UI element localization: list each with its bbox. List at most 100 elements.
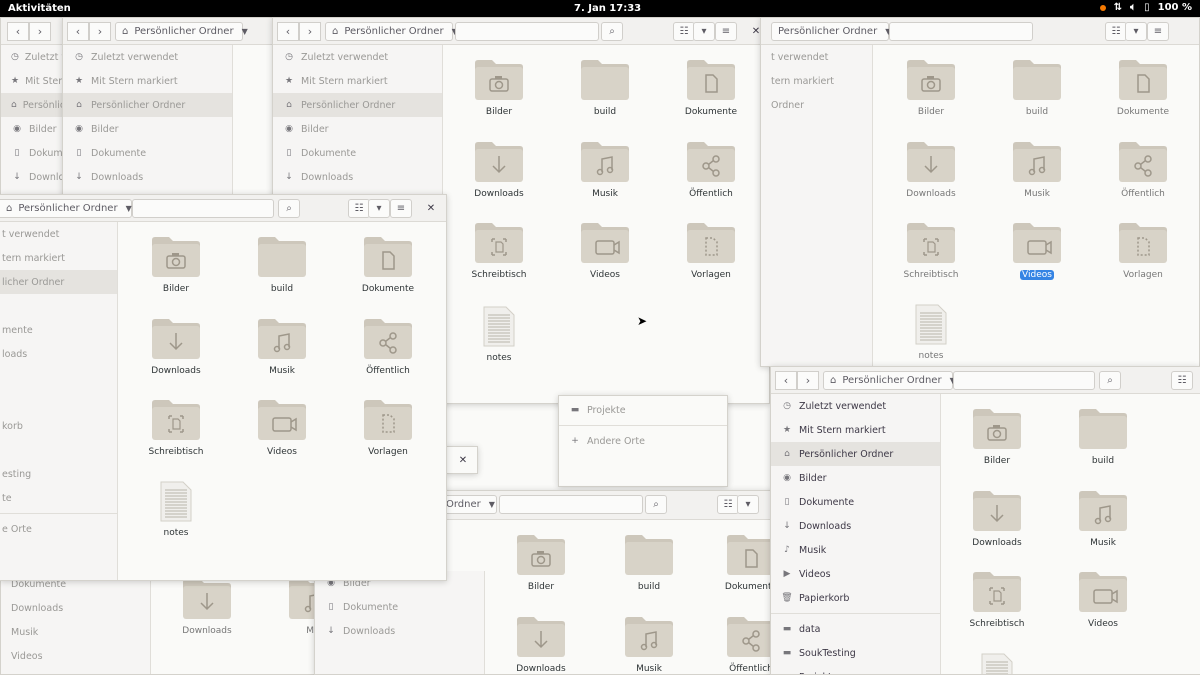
file-manager-window-middle-dialog[interactable]: ▬ Projekte + Andere Orte [558, 395, 728, 487]
file-item-build[interactable]: build [242, 236, 322, 294]
file-item-schreibtisch[interactable]: Schreibtisch [891, 222, 971, 280]
file-item-downloads[interactable]: Downloads [167, 578, 247, 636]
view-options-button[interactable]: ▾ [1125, 22, 1147, 41]
sidebar-item-pictures[interactable]: ◉ Bilder [63, 117, 232, 141]
sidebar-item-downloads[interactable]: loads [0, 342, 117, 366]
sidebar-item-starred[interactable]: ★Mit Stern markiert [273, 69, 442, 93]
file-item-schreibtisch[interactable]: Schreibtisch [957, 571, 1037, 629]
search-button[interactable]: ⌕ [278, 199, 300, 218]
file-item-notes[interactable]: notes [136, 480, 216, 538]
file-item-dokumente[interactable]: Dokumente [348, 236, 428, 294]
sidebar-item-pictures[interactable]: ◉ Bilder [273, 117, 442, 141]
location-entry[interactable] [889, 22, 1033, 41]
sidebar-item-projekte[interactable]: te [0, 486, 117, 510]
close-button[interactable]: ✕ [422, 200, 440, 217]
file-item-downloads[interactable]: Downloads [501, 616, 581, 674]
forward-button[interactable]: › [29, 22, 51, 41]
file-item-schreibtisch[interactable]: Schreibtisch [459, 222, 539, 280]
system-tray[interactable]: ⇅ 🔈︎ ▯ 100 % [1099, 2, 1192, 13]
sidebar-item-home[interactable]: ⌂Persönlicher Ordner [771, 442, 940, 466]
back-button[interactable]: ‹ [7, 22, 29, 41]
file-item-musik[interactable]: Musik [997, 141, 1077, 199]
file-manager-window-top-right[interactable]: Persönlicher Ordner▼ ☷ ▾ ≡ t verwendet t… [760, 17, 1200, 367]
small-window-fragment[interactable]: ✕ [446, 446, 478, 474]
file-grid[interactable]: Downloads Mu [151, 572, 329, 674]
sidebar-item-documents[interactable]: mente [0, 318, 117, 342]
sidebar-item-downloads[interactable]: ↓ Downloads [63, 165, 232, 189]
sidebar-item-recent[interactable]: ◷Zuletzt verwendet [273, 45, 442, 69]
sidebar-item-trash[interactable]: korb [0, 414, 117, 438]
file-grid[interactable]: Bilder build Dokumente Downloads Musik Ö… [443, 45, 769, 403]
file-item-bilder[interactable]: Bilder [136, 236, 216, 294]
file-manager-window-bottom-right[interactable]: ‹ › ⌂Persönlicher Ordner▼ ⌕ ☷ ◷Zuletzt v… [770, 366, 1200, 675]
sidebar-item-downloads[interactable]: ↓ Downloads [273, 165, 442, 189]
forward-button[interactable]: › [89, 22, 111, 41]
sidebar-item-starred[interactable]: tern markiert [761, 69, 872, 93]
path-bar[interactable]: ⌂Persönlicher Ordner▼ [325, 22, 458, 41]
file-manager-window-middle-left[interactable]: ⌂ Persönlicher Ordner ▼ ⌕ ☷ ▾ ≡ ✕ t verwen… [0, 194, 447, 581]
path-bar[interactable]: ⌂Persönlicher Ordner▼ [115, 22, 248, 41]
sidebar-item-starred[interactable]: ★Mit Stern markiert [63, 69, 232, 93]
file-item-vorlagen[interactable]: Vorlagen [348, 399, 428, 457]
search-button[interactable]: ⌕ [1099, 371, 1121, 390]
file-item-schreibtisch[interactable]: Schreibtisch [136, 399, 216, 457]
file-item-notes[interactable] [957, 652, 1037, 674]
path-bar[interactable]: ⌂Persönlicher Ordner▼ [823, 371, 956, 390]
sidebar-item-starred[interactable]: ★Mit Stern markiert [771, 418, 940, 442]
file-item-videos[interactable]: Videos [997, 222, 1077, 280]
sidebar-item-other-locations[interactable]: + Andere Orte [559, 429, 727, 453]
view-mode-button[interactable]: ☷ [673, 22, 695, 41]
sidebar-item-videos[interactable]: ▶ Videos [771, 562, 940, 586]
sidebar-item-starred[interactable]: tern markiert [0, 246, 117, 270]
sidebar-item-downloads[interactable]: Downloads [1, 596, 150, 620]
sidebar-item-souktesting[interactable]: ▬ SoukTesting [771, 641, 940, 665]
file-item-build[interactable]: build [565, 59, 645, 117]
sidebar-item-pictures[interactable]: ◉ Bilder [771, 466, 940, 490]
file-item-bilder[interactable]: Bilder [957, 408, 1037, 466]
location-entry[interactable] [455, 22, 599, 41]
view-options-button[interactable]: ▾ [368, 199, 390, 218]
file-item-bilder[interactable]: Bilder [891, 59, 971, 117]
back-button[interactable]: ‹ [277, 22, 299, 41]
sidebar-item-projekte[interactable]: ▬Projekte [559, 398, 727, 422]
sidebar-item-recent[interactable]: ◷Zuletzt verwendet [63, 45, 232, 69]
file-item-vorlagen[interactable]: Vorlagen [671, 222, 751, 280]
search-button[interactable]: ⌕ [645, 495, 667, 514]
sidebar-item-documents[interactable]: ▯ Dokumente [63, 141, 232, 165]
file-item-downloads[interactable]: Downloads [136, 318, 216, 376]
clock[interactable]: 7. Jan 17:33 [574, 3, 641, 14]
close-button[interactable]: ✕ [454, 452, 472, 469]
sidebar-item-recent[interactable]: t verwendet [761, 45, 872, 69]
sidebar-item-home[interactable]: Ordner [761, 93, 872, 117]
view-options-button[interactable]: ▾ [737, 495, 759, 514]
sidebar-item-documents[interactable]: ▯ Dokumente [273, 141, 442, 165]
sidebar-item-downloads[interactable]: ↓ Downloads [771, 514, 940, 538]
file-grid[interactable]: Bilder build Dokumente Downloads Musik Ö… [873, 45, 1199, 366]
sidebar-item-music[interactable]: Musik [1, 620, 150, 644]
file-grid[interactable]: Bilder build Dokumente Downloads Musik Ö… [485, 520, 783, 674]
file-item-downloads[interactable]: Downloads [459, 141, 539, 199]
file-item-build[interactable]: build [609, 534, 689, 592]
forward-button[interactable]: › [299, 22, 321, 41]
location-entry[interactable] [499, 495, 643, 514]
sidebar-item-documents[interactable]: ▯ Dokumente [315, 595, 484, 619]
file-item-videos[interactable]: Videos [1063, 571, 1143, 629]
sidebar-item-projekte[interactable]: ▬Projekte [771, 665, 940, 675]
sidebar-item-data[interactable]: ▬ data [771, 617, 940, 641]
back-button[interactable]: ‹ [775, 371, 797, 390]
file-grid[interactable]: Bilder build Downloads Musik Schreibtisc… [941, 394, 1200, 674]
file-item-oeffentlich[interactable]: Öffentlich [671, 141, 751, 199]
view-mode-button[interactable]: ☷ [1171, 371, 1193, 390]
file-item-musik[interactable]: Musik [242, 318, 322, 376]
sidebar-item-trash[interactable]: 🗑︎ Papierkorb [771, 586, 940, 610]
sidebar-item-music[interactable]: ♪ Musik [771, 538, 940, 562]
file-item-oeffentlich[interactable]: Öffentlich [348, 318, 428, 376]
forward-button[interactable]: › [797, 371, 819, 390]
file-item-bilder[interactable]: Bilder [459, 59, 539, 117]
file-item-videos[interactable]: Videos [565, 222, 645, 280]
file-item-vorlagen[interactable]: Vorlagen [1103, 222, 1183, 280]
sidebar-item-recent[interactable]: ◷Zuletzt verwendet [771, 394, 940, 418]
sidebar-item-other-locations[interactable]: e Orte [0, 517, 117, 541]
search-button[interactable]: ⌕ [601, 22, 623, 41]
menu-button[interactable]: ≡ [1147, 22, 1169, 41]
